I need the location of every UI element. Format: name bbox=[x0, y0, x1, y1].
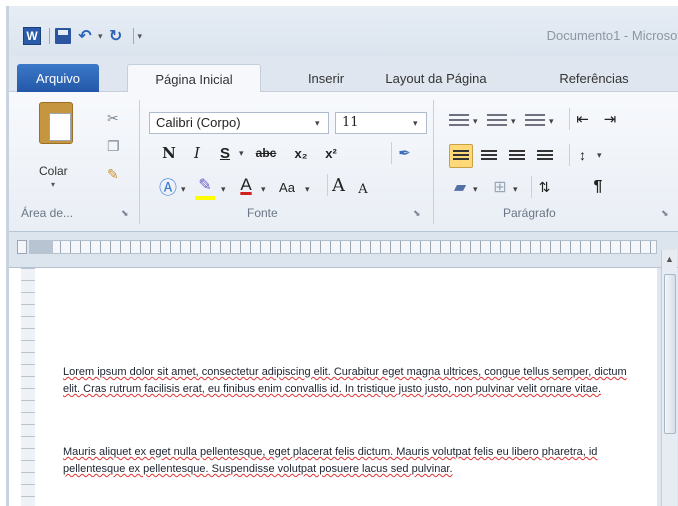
copy-icon[interactable]: ❐ bbox=[107, 138, 120, 155]
tab-layout-da-pagina[interactable]: Layout da Página bbox=[369, 64, 503, 92]
italic-button[interactable]: I bbox=[187, 142, 207, 164]
shrink-font-button[interactable]: A bbox=[353, 178, 373, 200]
highlight-color-swatch bbox=[195, 196, 215, 200]
line-spacing-dropdown-icon[interactable]: ▾ bbox=[597, 150, 602, 161]
borders-icon[interactable]: ⊞ bbox=[489, 176, 511, 198]
font-name-dropdown-icon[interactable]: ▾ bbox=[315, 118, 320, 129]
justify-icon bbox=[537, 150, 553, 162]
scrollbar-thumb[interactable] bbox=[664, 274, 676, 434]
clipboard-group-label: Área de... bbox=[21, 206, 74, 220]
grow-font-button[interactable]: A bbox=[327, 174, 349, 196]
save-icon bbox=[55, 28, 71, 44]
font-group-label: Fonte bbox=[247, 206, 278, 220]
justify-button[interactable] bbox=[533, 144, 557, 168]
text-effects-icon[interactable]: Ⓐ bbox=[157, 176, 179, 198]
highlight-icon[interactable]: ✎ bbox=[193, 174, 217, 196]
divider bbox=[49, 28, 50, 44]
clear-formatting-icon[interactable]: ✒ bbox=[391, 142, 417, 164]
undo-dropdown-icon[interactable]: ▾ bbox=[98, 31, 103, 42]
shading-dropdown-icon[interactable]: ▾ bbox=[473, 184, 478, 195]
font-name-input[interactable]: Calibri (Corpo) bbox=[149, 112, 329, 134]
numbering-dropdown-icon[interactable]: ▾ bbox=[511, 116, 516, 127]
borders-dropdown-icon[interactable]: ▾ bbox=[513, 184, 518, 195]
save-button[interactable] bbox=[54, 27, 72, 45]
ruler-ticks bbox=[29, 240, 657, 254]
decrease-indent-icon[interactable]: ⇤ bbox=[569, 108, 595, 130]
cut-icon[interactable]: ✂ bbox=[107, 110, 119, 127]
align-left-icon bbox=[453, 150, 469, 162]
bold-button[interactable]: N bbox=[159, 142, 179, 164]
show-formatting-button[interactable]: ¶ bbox=[587, 176, 609, 198]
superscript-button[interactable]: x² bbox=[319, 142, 343, 164]
change-case-dropdown-icon[interactable]: ▾ bbox=[305, 184, 310, 195]
shading-icon[interactable]: ▰ bbox=[449, 176, 471, 198]
align-left-button[interactable] bbox=[449, 144, 473, 168]
increase-indent-icon[interactable]: ⇥ bbox=[597, 108, 623, 130]
word-window: W ↶ ▾ ↻ ▾ Documento1 - Microsof Arquivo … bbox=[6, 6, 678, 506]
font-color-dropdown-icon[interactable]: ▾ bbox=[261, 184, 266, 195]
align-center-button[interactable] bbox=[477, 144, 501, 168]
document-paragraph[interactable]: Lorem ipsum dolor sit amet, consectetur … bbox=[63, 364, 637, 398]
multilevel-dropdown-icon[interactable]: ▾ bbox=[549, 116, 554, 127]
text-effects-dropdown-icon[interactable]: ▾ bbox=[181, 184, 186, 195]
ruler-left-margin bbox=[29, 240, 53, 254]
bullets-dropdown-icon[interactable]: ▾ bbox=[473, 116, 478, 127]
align-right-button[interactable] bbox=[505, 144, 529, 168]
format-painter-icon[interactable]: ✎ bbox=[107, 166, 119, 183]
underline-dropdown-icon[interactable]: ▾ bbox=[239, 148, 244, 159]
underline-button[interactable]: S bbox=[215, 142, 235, 164]
paste-dropdown-icon[interactable]: ▾ bbox=[51, 180, 55, 189]
ribbon: Colar ▾ ✂ ❐ ✎ Área de... ⬊ Calibri (Corp… bbox=[9, 92, 678, 232]
font-color-icon[interactable]: A bbox=[235, 174, 257, 196]
vertical-ruler[interactable] bbox=[21, 268, 35, 506]
paste-button-label[interactable]: Colar bbox=[39, 164, 68, 178]
tab-inserir[interactable]: Inserir bbox=[291, 64, 361, 92]
align-center-icon bbox=[481, 150, 497, 162]
undo-icon[interactable]: ↶ bbox=[76, 27, 94, 45]
group-divider bbox=[139, 100, 140, 224]
font-size-dropdown-icon[interactable]: ▾ bbox=[413, 118, 418, 129]
vertical-scrollbar[interactable]: ▲ bbox=[661, 250, 677, 506]
ribbon-tabs: Arquivo Página Inicial Inserir Layout da… bbox=[9, 58, 678, 93]
window-title: Documento1 - Microsof bbox=[546, 28, 678, 43]
scroll-up-icon[interactable]: ▲ bbox=[665, 254, 674, 264]
font-launcher-icon[interactable]: ⬊ bbox=[413, 208, 421, 219]
bullets-icon[interactable] bbox=[449, 114, 469, 128]
paragraph-text: Mauris aliquet ex eget nulla pellentesqu… bbox=[63, 446, 598, 475]
title-bar: W ↶ ▾ ↻ ▾ Documento1 - Microsof bbox=[9, 6, 678, 56]
document-paragraph[interactable]: Mauris aliquet ex eget nulla pellentesqu… bbox=[63, 444, 637, 478]
paragraph-group-label: Parágrafo bbox=[503, 206, 556, 220]
clipboard-launcher-icon[interactable]: ⬊ bbox=[121, 208, 129, 219]
tab-arquivo[interactable]: Arquivo bbox=[17, 64, 99, 92]
customize-toolbar-icon[interactable]: ▾ bbox=[138, 31, 143, 42]
word-logo-icon[interactable]: W bbox=[23, 27, 41, 45]
change-case-button[interactable]: Aa bbox=[273, 176, 301, 198]
sort-icon[interactable]: ⇅ bbox=[531, 176, 557, 198]
paste-icon[interactable] bbox=[39, 102, 73, 144]
subscript-button[interactable]: x₂ bbox=[289, 142, 313, 164]
line-spacing-icon[interactable]: ↕ bbox=[569, 144, 595, 166]
align-right-icon bbox=[509, 150, 525, 162]
numbering-icon[interactable] bbox=[487, 114, 507, 128]
tab-referencias[interactable]: Referências bbox=[539, 64, 649, 92]
quick-access-toolbar: W ↶ ▾ ↻ ▾ bbox=[23, 26, 146, 46]
horizontal-ruler[interactable] bbox=[9, 232, 678, 268]
strikethrough-button[interactable]: abc bbox=[253, 142, 279, 164]
highlight-dropdown-icon[interactable]: ▾ bbox=[221, 184, 226, 195]
divider bbox=[132, 28, 134, 44]
redo-icon[interactable]: ↻ bbox=[107, 27, 125, 45]
group-divider bbox=[433, 100, 434, 224]
multilevel-list-icon[interactable] bbox=[525, 114, 545, 128]
tab-selector-icon[interactable] bbox=[17, 240, 27, 254]
tab-pagina-inicial[interactable]: Página Inicial bbox=[127, 64, 261, 93]
paragraph-text: Lorem ipsum dolor sit amet, consectetur … bbox=[63, 366, 627, 395]
paragraph-launcher-icon[interactable]: ⬊ bbox=[661, 208, 669, 219]
